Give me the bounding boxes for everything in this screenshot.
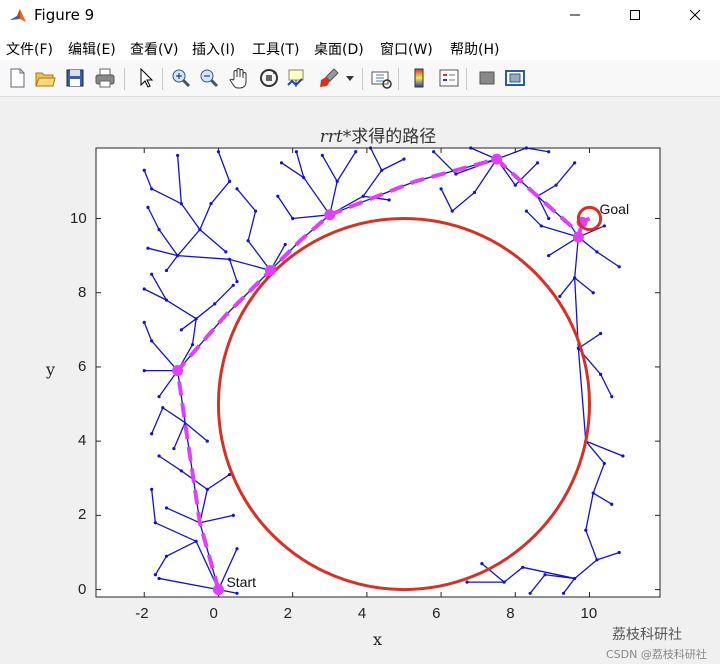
colorbar-icon (414, 68, 424, 88)
colorbar-button[interactable] (406, 65, 432, 91)
brush-icon (320, 68, 339, 87)
zoom-in-button[interactable] (168, 65, 194, 91)
select-arrow-button[interactable] (132, 65, 158, 91)
plot-title-italic: rrt (319, 127, 343, 147)
maximize-button[interactable] (612, 0, 658, 30)
brush-dropdown-button[interactable] (344, 65, 356, 91)
figure-canvas (0, 97, 720, 664)
new-figure-icon (10, 68, 25, 88)
y-tick-label: 8 (78, 283, 87, 301)
toolbar (0, 60, 720, 97)
window-title: Figure 9 (34, 6, 95, 24)
plot-title: rrt*求得的路径 (96, 122, 660, 147)
toolbar-separator (124, 68, 125, 90)
x-tick-label: 4 (357, 605, 367, 622)
matlab-logo-icon (10, 9, 26, 22)
x-tick-label: -2 (135, 605, 149, 622)
zoom-in-icon (172, 69, 191, 88)
menu-view[interactable]: 查看(V) (130, 39, 179, 59)
menu-help[interactable]: 帮助(H) (450, 39, 499, 59)
toolbar-separator (466, 68, 467, 90)
data-cursor-icon (287, 69, 304, 87)
close-button[interactable] (672, 0, 718, 30)
minimize-button[interactable] (552, 0, 598, 30)
maximize-icon (630, 10, 640, 20)
print-icon (95, 68, 115, 88)
y-tick-label: 10 (70, 209, 87, 227)
menu-insert[interactable]: 插入(I) (192, 39, 235, 59)
x-tick-label: 6 (432, 605, 441, 622)
brush-dropdown-icon (346, 76, 354, 81)
x-tick-label: 0 (209, 605, 218, 622)
x-tick-label: 10 (580, 605, 598, 622)
hide-plot-tools-button[interactable] (474, 65, 500, 91)
watermark-csdn: CSDN @荔枝科研社 (606, 648, 707, 661)
menu-edit[interactable]: 编辑(E) (68, 39, 116, 59)
menu-file[interactable]: 文件(F) (6, 39, 53, 59)
save-icon (66, 69, 84, 87)
minimize-icon (570, 14, 580, 16)
y-tick-label: 0 (78, 580, 87, 598)
zoom-out-icon (200, 69, 219, 88)
menu-tools[interactable]: 工具(T) (252, 39, 299, 59)
brush-button[interactable] (316, 65, 342, 91)
y-axis-label: y (46, 360, 56, 379)
watermark-text: 荔枝科研社 (612, 627, 682, 643)
y-tick-label: 2 (78, 506, 87, 524)
x-tick-label: 2 (283, 605, 292, 622)
toolbar-separator (398, 68, 399, 90)
open-file-button[interactable] (32, 65, 58, 91)
zoom-out-button[interactable] (196, 65, 222, 91)
pan-button[interactable] (226, 65, 252, 91)
link-plot-icon (371, 71, 392, 89)
toolbar-separator (162, 68, 163, 90)
menu-window[interactable]: 窗口(W) (380, 39, 433, 59)
plot-title-rest: *求得的路径 (342, 127, 437, 147)
new-figure-button[interactable] (4, 65, 30, 91)
print-button[interactable] (92, 65, 118, 91)
menu-bar: 文件(F) 编辑(E) 查看(V) 插入(I) 工具(T) 桌面(D) 窗口(W… (0, 34, 720, 60)
show-plot-tools-icon (505, 70, 525, 86)
save-button[interactable] (62, 65, 88, 91)
legend-button[interactable] (436, 65, 462, 91)
x-tick-label: 8 (506, 605, 515, 622)
rotate-3d-button[interactable] (256, 65, 282, 91)
pan-hand-icon (229, 68, 247, 89)
data-cursor-button[interactable] (284, 65, 310, 91)
start-label: Start (226, 573, 257, 590)
x-axis-label: x (373, 630, 383, 649)
show-plot-tools-button[interactable] (502, 65, 528, 91)
rotate-3d-icon (260, 69, 278, 87)
link-plot-button[interactable] (368, 65, 394, 91)
y-tick-label: 4 (78, 432, 87, 450)
title-bar: Figure 9 (0, 0, 720, 34)
toolbar-separator (362, 68, 363, 90)
legend-icon (439, 69, 459, 87)
hide-plot-tools-icon (479, 71, 495, 85)
menu-desktop[interactable]: 桌面(D) (314, 39, 364, 59)
select-arrow-icon (140, 67, 154, 88)
y-tick-label: 6 (78, 357, 87, 375)
open-file-icon (35, 72, 56, 87)
goal-label: Goal (599, 200, 630, 217)
close-icon (689, 9, 701, 21)
